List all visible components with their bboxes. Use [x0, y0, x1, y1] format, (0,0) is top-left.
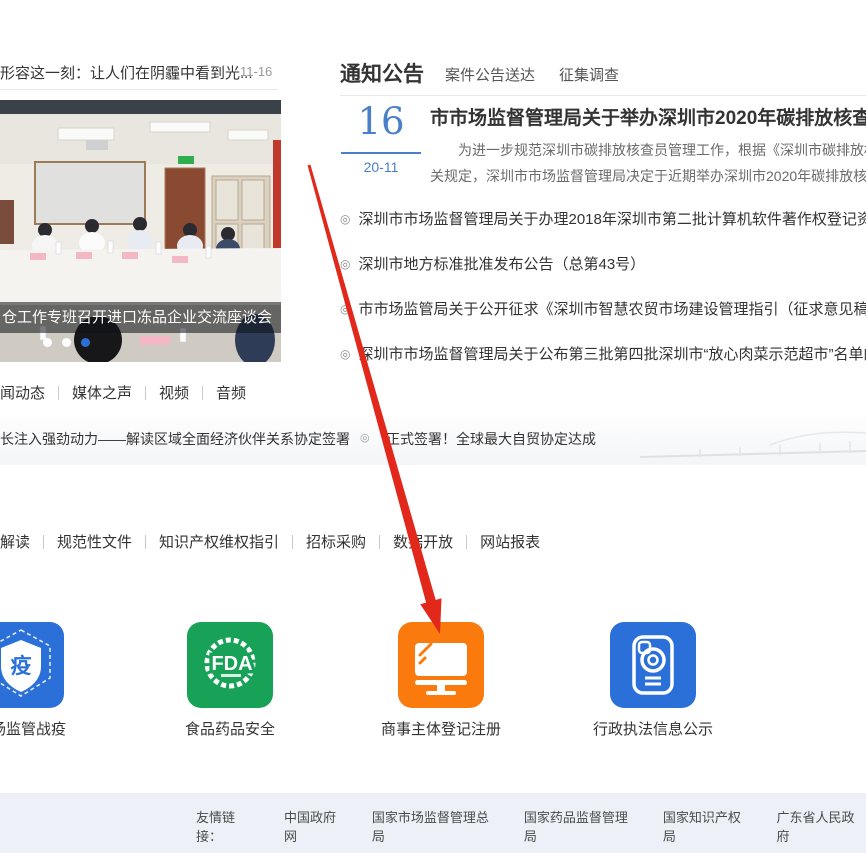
- media-nav-item-video[interactable]: 视频: [146, 382, 202, 403]
- quick-service-label: 行政执法信息公示: [593, 718, 713, 739]
- quick-service-epidemic[interactable]: 疫 市场监管战疫: [0, 622, 64, 708]
- footer-link-gov-cn[interactable]: 中国政府网: [284, 807, 348, 845]
- services-nav-item-normative-docs[interactable]: 规范性文件: [44, 531, 145, 552]
- notice-divider: [340, 95, 866, 96]
- featured-date-underline: [341, 152, 421, 154]
- services-nav-item-site-reports[interactable]: 网站报表: [467, 531, 553, 552]
- services-nav: 解读 规范性文件 知识产权维权指引 招标采购 数据开放 网站报表: [0, 531, 553, 552]
- tab-solicitation-survey[interactable]: 征集调查: [559, 64, 619, 85]
- featured-date-yearmonth: 20-11: [340, 159, 422, 175]
- top-news-headline[interactable]: 形容这一刻：让人们在阴霾中看到光...: [0, 62, 253, 83]
- media-nav-item-dongtai[interactable]: 闻动态: [0, 382, 58, 403]
- services-nav-item-interpretation[interactable]: 解读: [0, 531, 43, 552]
- quick-service-label: 食品药品安全: [185, 718, 275, 739]
- services-nav-item-ip-rights-guide[interactable]: 知识产权维权指引: [146, 531, 292, 552]
- portal-page: 形容这一刻：让人们在阴霾中看到光... 11-16: [0, 0, 866, 853]
- svg-text:疫: 疫: [11, 654, 32, 678]
- featured-notice-body-line1: 为进一步规范深圳市碳排放核查员管理工作，根据《深圳市碳排放权交易管理: [430, 140, 866, 160]
- footer-link-gd-gov[interactable]: 广东省人民政府: [776, 807, 866, 845]
- notice-list-item[interactable]: ◎ 深圳市地方标准批准发布公告（总第43号）: [340, 256, 866, 273]
- media-nav: 闻动态 媒体之声 视频 音频: [0, 382, 259, 403]
- monitor-icon: [398, 622, 484, 708]
- svg-text:FDA: FDA: [211, 653, 252, 675]
- footer-link-cnipa[interactable]: 国家知识产权局: [663, 807, 753, 845]
- media-nav-item-audio[interactable]: 音频: [203, 382, 259, 403]
- notice-item-text: 市市场监管局关于公开征求《深圳市智慧农贸市场建设管理指引（征求意见稿）》...: [358, 301, 866, 318]
- camera-intercom-icon: [610, 622, 696, 708]
- notice-tabs: 案件公告送达 征集调查: [445, 64, 619, 85]
- featured-notice-title[interactable]: 市市场监督管理局关于举办深圳市2020年碳排放核查员专业知: [430, 103, 866, 130]
- list-bullet-icon: ◎: [340, 346, 350, 363]
- news-carousel[interactable]: 仓工作专班召开进口冻品企业交流座谈会: [0, 100, 281, 362]
- notice-list-item[interactable]: ◎ 深圳市市场监督管理局关于公布第三批第四批深圳市“放心肉菜示范超市”名单的..…: [340, 346, 866, 363]
- carousel-dot-3-active[interactable]: [81, 338, 90, 347]
- featured-notice-body-line2: 关规定，深圳市市场监督管理局决定于近期举办深圳市2020年碳排放核查员专业知: [430, 166, 866, 186]
- ticker-bullet-icon: ◎: [360, 431, 370, 444]
- ticker-headline-1[interactable]: 长注入强劲动力——解读区域全面经济伙伴关系协定签署: [0, 429, 350, 449]
- list-bullet-icon: ◎: [340, 301, 350, 318]
- footer-link-nmpa[interactable]: 国家药品监督管理局: [524, 807, 639, 845]
- list-bullet-icon: ◎: [340, 211, 350, 228]
- carousel-caption: 仓工作专班召开进口冻品企业交流座谈会: [0, 302, 281, 333]
- friendly-links-label: 友情链接：: [196, 807, 260, 845]
- carousel-dot-2[interactable]: [62, 338, 71, 347]
- quick-service-label: 商事主体登记注册: [381, 718, 501, 739]
- services-nav-item-bidding[interactable]: 招标采购: [293, 531, 379, 552]
- quick-service-law-enforcement-disclosure[interactable]: 行政执法信息公示: [610, 622, 696, 708]
- quick-service-food-drug-safety[interactable]: FDA 食品药品安全: [187, 622, 273, 708]
- notice-item-text: 深圳市市场监督管理局关于公布第三批第四批深圳市“放心肉菜示范超市”名单的...: [358, 346, 866, 363]
- carousel-dots: [43, 338, 90, 347]
- services-nav-item-open-data[interactable]: 数据开放: [380, 531, 466, 552]
- notice-item-text: 深圳市地方标准批准发布公告（总第43号）: [358, 256, 645, 273]
- carousel-dot-1[interactable]: [43, 338, 52, 347]
- fda-emblem-icon: FDA: [187, 622, 273, 708]
- featured-date-day: 16: [340, 100, 422, 143]
- notice-list-item[interactable]: ◎ 深圳市市场监督管理局关于办理2018年深圳市第二批计算机软件著作权登记资助领: [340, 211, 866, 228]
- footer: 友情链接： 中国政府网 国家市场监督管理总局 国家药品监督管理局 国家知识产权局…: [0, 793, 866, 853]
- tab-case-announcements[interactable]: 案件公告送达: [445, 64, 535, 85]
- notice-list: ◎ 深圳市市场监督管理局关于办理2018年深圳市第二批计算机软件著作权登记资助领…: [340, 211, 866, 391]
- footer-link-samr[interactable]: 国家市场监督管理总局: [372, 807, 500, 845]
- notice-item-text: 深圳市市场监督管理局关于办理2018年深圳市第二批计算机软件著作权登记资助领: [358, 211, 866, 228]
- quick-service-business-registration[interactable]: 商事主体登记注册: [398, 622, 484, 708]
- top-news-date: 11-16: [240, 64, 272, 79]
- notice-list-item[interactable]: ◎ 市市场监管局关于公开征求《深圳市智慧农贸市场建设管理指引（征求意见稿）》..…: [340, 301, 866, 318]
- shield-epidemic-icon: 疫: [0, 622, 64, 708]
- media-nav-item-media-voice[interactable]: 媒体之声: [59, 382, 145, 403]
- list-bullet-icon: ◎: [340, 256, 350, 273]
- news-ticker-band: 长注入强劲动力——解读区域全面经济伙伴关系协定签署 ◎ 正式签署！全球最大自贸协…: [0, 415, 866, 465]
- quick-service-label: 市场监管战疫: [0, 718, 66, 739]
- ticker-headline-2[interactable]: 正式签署！全球最大自贸协定达成: [386, 429, 596, 449]
- left-column-divider: [0, 89, 278, 90]
- notice-board-title: 通知公告: [340, 58, 424, 88]
